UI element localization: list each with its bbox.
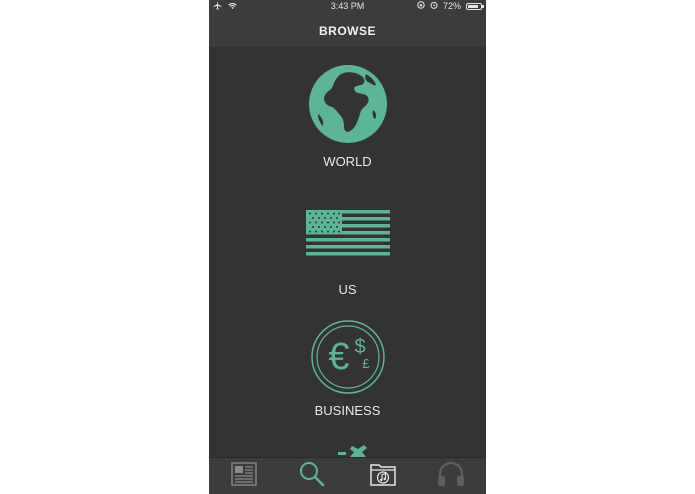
tab-music[interactable] xyxy=(368,462,398,490)
battery-icon xyxy=(466,2,484,10)
nav-bar: BROWSE xyxy=(209,14,486,47)
category-business[interactable]: € $ £ BUSINESS xyxy=(209,319,486,418)
music-folder-icon xyxy=(369,461,397,492)
globe-icon xyxy=(308,64,388,144)
tab-audio[interactable] xyxy=(436,461,466,492)
app-screen: 3:43 PM 72% BROWSE WORLD US € $ £ BUSINE… xyxy=(209,0,486,494)
currency-coin-icon: € $ £ xyxy=(310,319,386,395)
svg-text:€: € xyxy=(328,336,349,378)
partial-category-icon xyxy=(318,442,378,457)
page-title: BROWSE xyxy=(319,23,376,38)
newspaper-icon xyxy=(231,461,257,491)
battery-percent: 72% xyxy=(442,1,461,11)
us-flag-icon xyxy=(305,210,390,256)
search-icon xyxy=(299,461,325,492)
lock-rotation-icon xyxy=(417,1,425,11)
category-business-label: BUSINESS xyxy=(314,403,381,418)
category-world-label: WORLD xyxy=(323,154,372,169)
category-us[interactable]: US xyxy=(209,210,486,297)
alarm-icon xyxy=(430,1,438,11)
svg-text:$: $ xyxy=(354,336,365,358)
tab-news[interactable] xyxy=(229,461,259,491)
tab-bar xyxy=(209,457,486,494)
tab-search[interactable] xyxy=(297,461,327,492)
category-us-label: US xyxy=(338,282,357,297)
category-list: WORLD US € $ £ BUSINESS xyxy=(209,47,486,457)
category-world[interactable]: WORLD xyxy=(209,64,486,169)
status-bar: 3:43 PM 72% xyxy=(209,0,486,14)
headphones-icon xyxy=(437,461,465,492)
svg-text:£: £ xyxy=(362,356,370,371)
category-next-partial[interactable] xyxy=(209,442,486,457)
